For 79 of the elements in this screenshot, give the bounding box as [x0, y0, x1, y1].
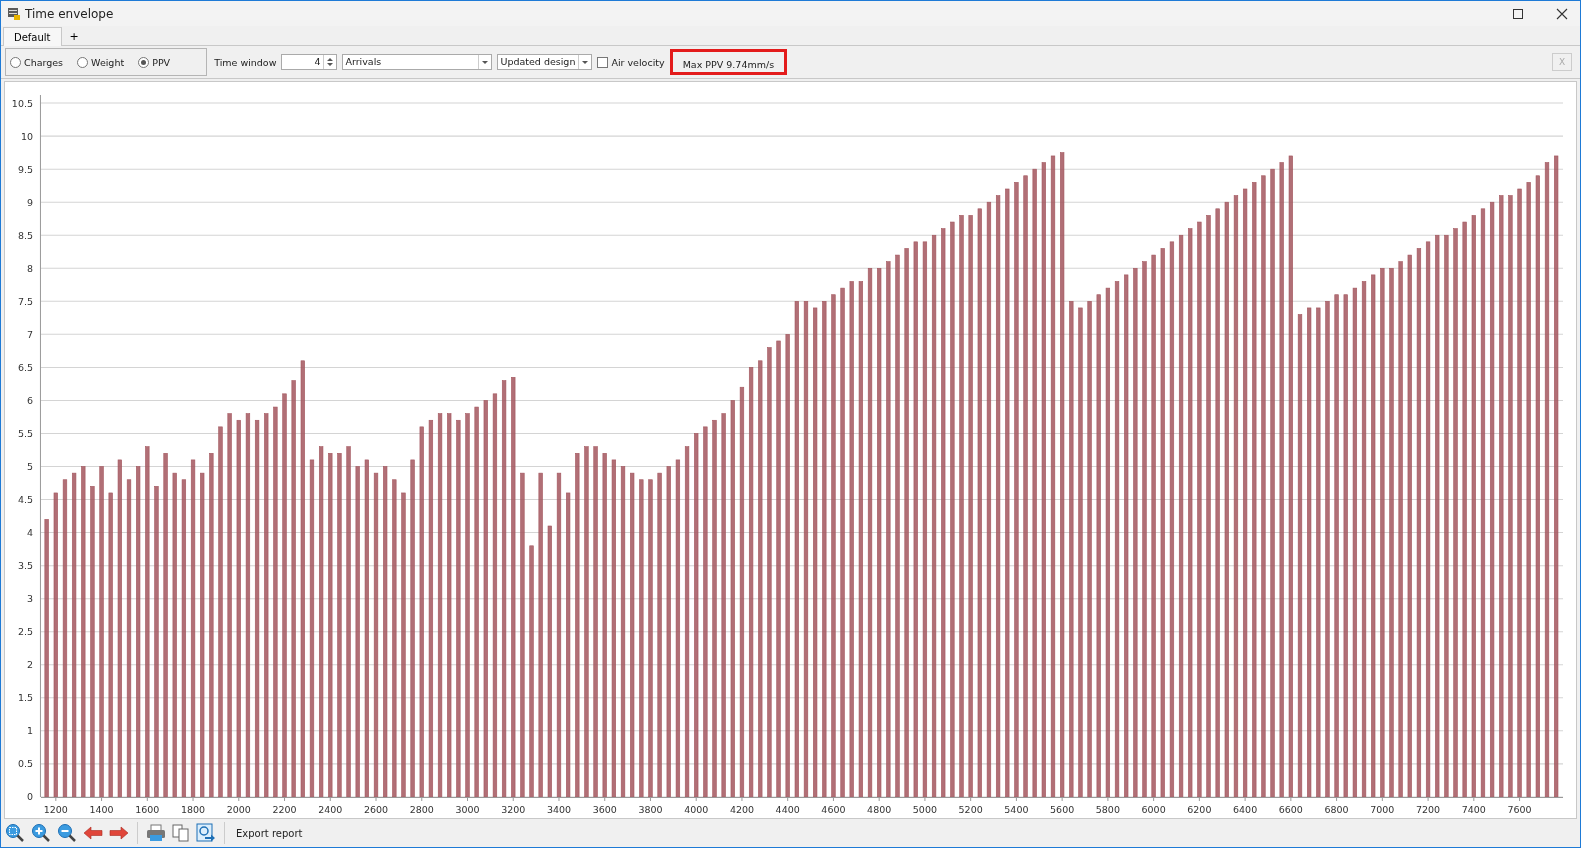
dropdown[interactable]: Arrivals	[342, 54, 493, 70]
x-tick-label: 5000	[912, 803, 937, 815]
x-tick-label: 4400	[775, 803, 800, 815]
x-tick-label: 7600	[1507, 803, 1532, 815]
y-tick-label: 10	[20, 130, 33, 142]
x-tick-label: 6200	[1187, 803, 1212, 815]
checkbox-option[interactable]: Air velocity	[597, 56, 665, 68]
y-tick-label: 7	[26, 328, 33, 340]
close-icon[interactable]	[1556, 7, 1568, 20]
y-tick-label: 3.5	[17, 560, 33, 572]
x-tick-label: 6600	[1278, 803, 1303, 815]
x-tick-label: 1200	[43, 803, 68, 815]
radio-option[interactable]: PPV	[138, 56, 171, 68]
left-arrow-icon[interactable]	[83, 826, 103, 840]
export-icon[interactable]	[196, 823, 216, 843]
x-tick-label: 2200	[272, 803, 297, 815]
radio-option[interactable]: Weight	[77, 56, 125, 68]
y-tick-label: 1.5	[17, 692, 33, 704]
x-tick-label: 7400	[1461, 803, 1486, 815]
radio-option[interactable]: Charges	[10, 56, 64, 68]
time-window-label: Time window	[214, 56, 277, 68]
x-tick-label: 4000	[684, 803, 709, 815]
tab[interactable]: Default	[3, 27, 62, 46]
zoom-out-icon[interactable]	[57, 823, 77, 843]
add-tab-button[interactable]: +	[61, 27, 87, 45]
y-tick-label: 4	[26, 527, 33, 539]
y-tick-label: 6	[26, 394, 33, 406]
x-tick-label: 4200	[729, 803, 754, 815]
y-tick-label: 9.5	[17, 163, 33, 175]
x-tick-label: 5600	[1050, 803, 1075, 815]
export-report-button[interactable]: Export report	[233, 825, 306, 841]
time-window-field[interactable]: 4	[281, 54, 338, 70]
x-tick-label: 4800	[867, 803, 892, 815]
y-tick-label: 10.5	[11, 97, 33, 109]
y-tick-label: 0	[26, 791, 33, 803]
max-ppv-readout: Max PPV 9.74mm/s	[669, 49, 788, 75]
y-tick-label: 2	[26, 659, 33, 671]
x-tick-label: 2000	[226, 803, 251, 815]
zoom-area-icon[interactable]	[5, 823, 25, 843]
window-title: Time envelope	[25, 6, 114, 21]
x-tick-label: 3000	[455, 803, 480, 815]
x-tick-label: 5400	[1004, 803, 1029, 815]
x-tick-label: 3800	[638, 803, 663, 815]
x-tick-label: 3200	[501, 803, 526, 815]
y-tick-label: 2.5	[17, 626, 33, 638]
y-tick-label: 0.5	[17, 758, 33, 770]
y-tick-label: 7.5	[17, 295, 33, 307]
y-tick-label: 9	[26, 196, 33, 208]
right-arrow-icon[interactable]	[109, 826, 129, 840]
y-tick-label: 4.5	[17, 494, 33, 506]
x-tick-label: 1800	[181, 803, 206, 815]
copy-icon[interactable]	[172, 824, 190, 842]
x-tick-label: 2600	[363, 803, 389, 815]
printer-icon[interactable]	[146, 824, 166, 842]
y-tick-label: 5.5	[17, 427, 33, 439]
x-tick-label: 3400	[546, 803, 572, 815]
y-tick-label: 8.5	[17, 229, 33, 241]
y-tick-label: 8	[26, 262, 33, 274]
x-tick-label: 6400	[1233, 803, 1258, 815]
x-tick-label: 3600	[592, 803, 617, 815]
x-tick-label: 2800	[409, 803, 434, 815]
maximize-icon[interactable]	[1512, 7, 1524, 20]
x-tick-label: 4600	[821, 803, 846, 815]
y-tick-label: 3	[26, 593, 33, 605]
x-tick-label: 1600	[135, 803, 160, 815]
zoom-in-icon[interactable]	[31, 823, 51, 843]
dropdown[interactable]: Updated design	[497, 54, 593, 70]
x-tick-label: 5200	[958, 803, 983, 815]
y-tick-label: 1	[26, 725, 33, 737]
x-tick-label: 5800	[1095, 803, 1120, 815]
x-tick-label: 2400	[318, 803, 343, 815]
app-icon	[7, 6, 21, 21]
x-tick-label: 7200	[1416, 803, 1441, 815]
x-tick-label: 1400	[89, 803, 114, 815]
y-tick-label: 6.5	[17, 361, 33, 373]
x-tick-label: 7000	[1370, 803, 1395, 815]
x-tick-label: 6000	[1141, 803, 1166, 815]
y-tick-label: 5	[26, 461, 33, 473]
x-tick-label: 6800	[1324, 803, 1349, 815]
